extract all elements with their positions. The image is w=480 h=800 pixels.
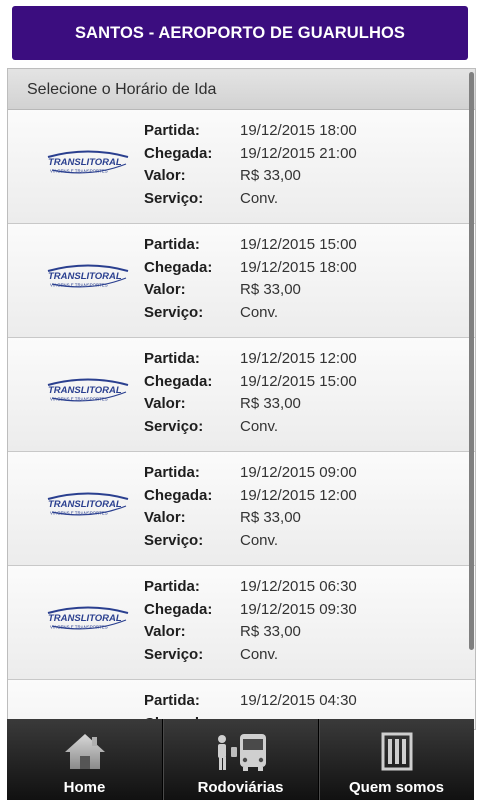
price-label: Valor: <box>144 395 186 412</box>
nav-about-button[interactable]: Quem somos <box>318 719 474 800</box>
bus-stop-icon <box>213 731 269 778</box>
logo-tagline: VIAGENS E TRANSPORTES <box>50 625 108 630</box>
trip-item[interactable]: TRANSLITORAL VIAGENS E TRANSPORTES Parti… <box>8 338 475 452</box>
departure-label: Partida: <box>144 122 200 139</box>
scrollbar[interactable] <box>469 72 474 650</box>
service-label: Serviço: <box>144 303 204 321</box>
panel-title: Selecione o Horário de Ida <box>8 69 475 110</box>
arrival-value: 19/12/2015 12:00 <box>240 486 357 504</box>
arrival-label: Chegada: <box>144 258 213 276</box>
nav-stations-label: Rodoviárias <box>197 779 284 796</box>
departure-value: 19/12/2015 04:30 <box>240 692 357 709</box>
translitoral-logo: TRANSLITORAL VIAGENS E TRANSPORTES <box>44 262 130 292</box>
building-icon <box>380 731 414 776</box>
arrival-value: 19/12/2015 09:30 <box>240 600 357 618</box>
service-value: Conv. <box>240 531 279 549</box>
departure-label: Partida: <box>144 350 200 367</box>
arrival-label: Chegada: <box>144 486 213 504</box>
nav-about-label: Quem somos <box>348 779 445 796</box>
price-value: R$ 33,00 <box>240 167 301 184</box>
nav-stations-button[interactable]: Rodoviárias <box>162 719 318 800</box>
departure-label: Partida: <box>144 236 200 253</box>
service-value: Conv. <box>240 417 279 435</box>
price-value: R$ 33,00 <box>240 509 301 526</box>
departure-value: 19/12/2015 09:00 <box>240 464 357 481</box>
price-label: Valor: <box>144 281 186 298</box>
price-label: Valor: <box>144 167 186 184</box>
arrival-label: Chegada: <box>144 372 213 390</box>
logo-name: TRANSLITORAL <box>48 157 122 168</box>
logo-name: TRANSLITORAL <box>48 385 122 396</box>
logo-tagline: VIAGENS E TRANSPORTES <box>50 169 108 174</box>
service-label: Serviço: <box>144 645 204 663</box>
bottom-nav: Home Rodoviárias Quem somos <box>7 719 474 800</box>
service-value: Conv. <box>240 189 279 207</box>
service-label: Serviço: <box>144 189 204 207</box>
service-value: Conv. <box>240 645 279 663</box>
logo-tagline: VIAGENS E TRANSPORTES <box>50 511 108 516</box>
departure-value: 19/12/2015 12:00 <box>240 350 357 367</box>
trip-item[interactable]: TRANSLITORAL VIAGENS E TRANSPORTES Parti… <box>8 452 475 566</box>
route-title-bar: SANTOS - AEROPORTO DE GUARULHOS <box>12 6 468 60</box>
translitoral-logo: TRANSLITORAL VIAGENS E TRANSPORTES <box>44 148 130 178</box>
trip-item[interactable]: TRANSLITORAL VIAGENS E TRANSPORTES Parti… <box>8 110 475 224</box>
translitoral-logo: TRANSLITORAL VIAGENS E TRANSPORTES <box>44 490 130 520</box>
price-label: Valor: <box>144 509 186 526</box>
arrival-label: Chegada: <box>144 600 213 618</box>
nav-home-label: Home <box>63 779 106 796</box>
service-label: Serviço: <box>144 531 204 549</box>
translitoral-logo: TRANSLITORAL VIAGENS E TRANSPORTES <box>44 604 130 634</box>
price-value: R$ 33,00 <box>240 623 301 640</box>
route-title: SANTOS - AEROPORTO DE GUARULHOS <box>74 23 406 42</box>
logo-name: TRANSLITORAL <box>48 499 122 510</box>
trip-list[interactable]: TRANSLITORAL VIAGENS E TRANSPORTES Parti… <box>8 110 475 729</box>
departure-label: Partida: <box>144 692 200 709</box>
arrival-value: 19/12/2015 18:00 <box>240 258 357 276</box>
house-icon <box>62 731 108 776</box>
price-value: R$ 33,00 <box>240 281 301 298</box>
trip-item[interactable]: TRANSLITORAL VIAGENS E TRANSPORTES Parti… <box>8 566 475 680</box>
service-label: Serviço: <box>144 417 204 435</box>
departure-value: 19/12/2015 15:00 <box>240 236 357 253</box>
trip-item[interactable]: TRANSLITORAL VIAGENS E TRANSPORTES Parti… <box>8 224 475 338</box>
departure-value: 19/12/2015 06:30 <box>240 578 357 595</box>
logo-name: TRANSLITORAL <box>48 613 122 624</box>
departure-label: Partida: <box>144 464 200 481</box>
logo-name: TRANSLITORAL <box>48 271 122 282</box>
departure-label: Partida: <box>144 578 200 595</box>
price-value: R$ 33,00 <box>240 395 301 412</box>
trip-list-panel: Selecione o Horário de Ida TRANSLITORAL … <box>7 68 476 730</box>
logo-tagline: VIAGENS E TRANSPORTES <box>50 283 108 288</box>
departure-value: 19/12/2015 18:00 <box>240 122 357 139</box>
nav-home-button[interactable]: Home <box>7 719 162 800</box>
arrival-value: 19/12/2015 15:00 <box>240 372 357 390</box>
price-label: Valor: <box>144 623 186 640</box>
logo-tagline: VIAGENS E TRANSPORTES <box>50 397 108 402</box>
arrival-label: Chegada: <box>144 144 213 162</box>
arrival-value: 19/12/2015 21:00 <box>240 144 357 162</box>
service-value: Conv. <box>240 303 279 321</box>
translitoral-logo: TRANSLITORAL VIAGENS E TRANSPORTES <box>44 376 130 406</box>
